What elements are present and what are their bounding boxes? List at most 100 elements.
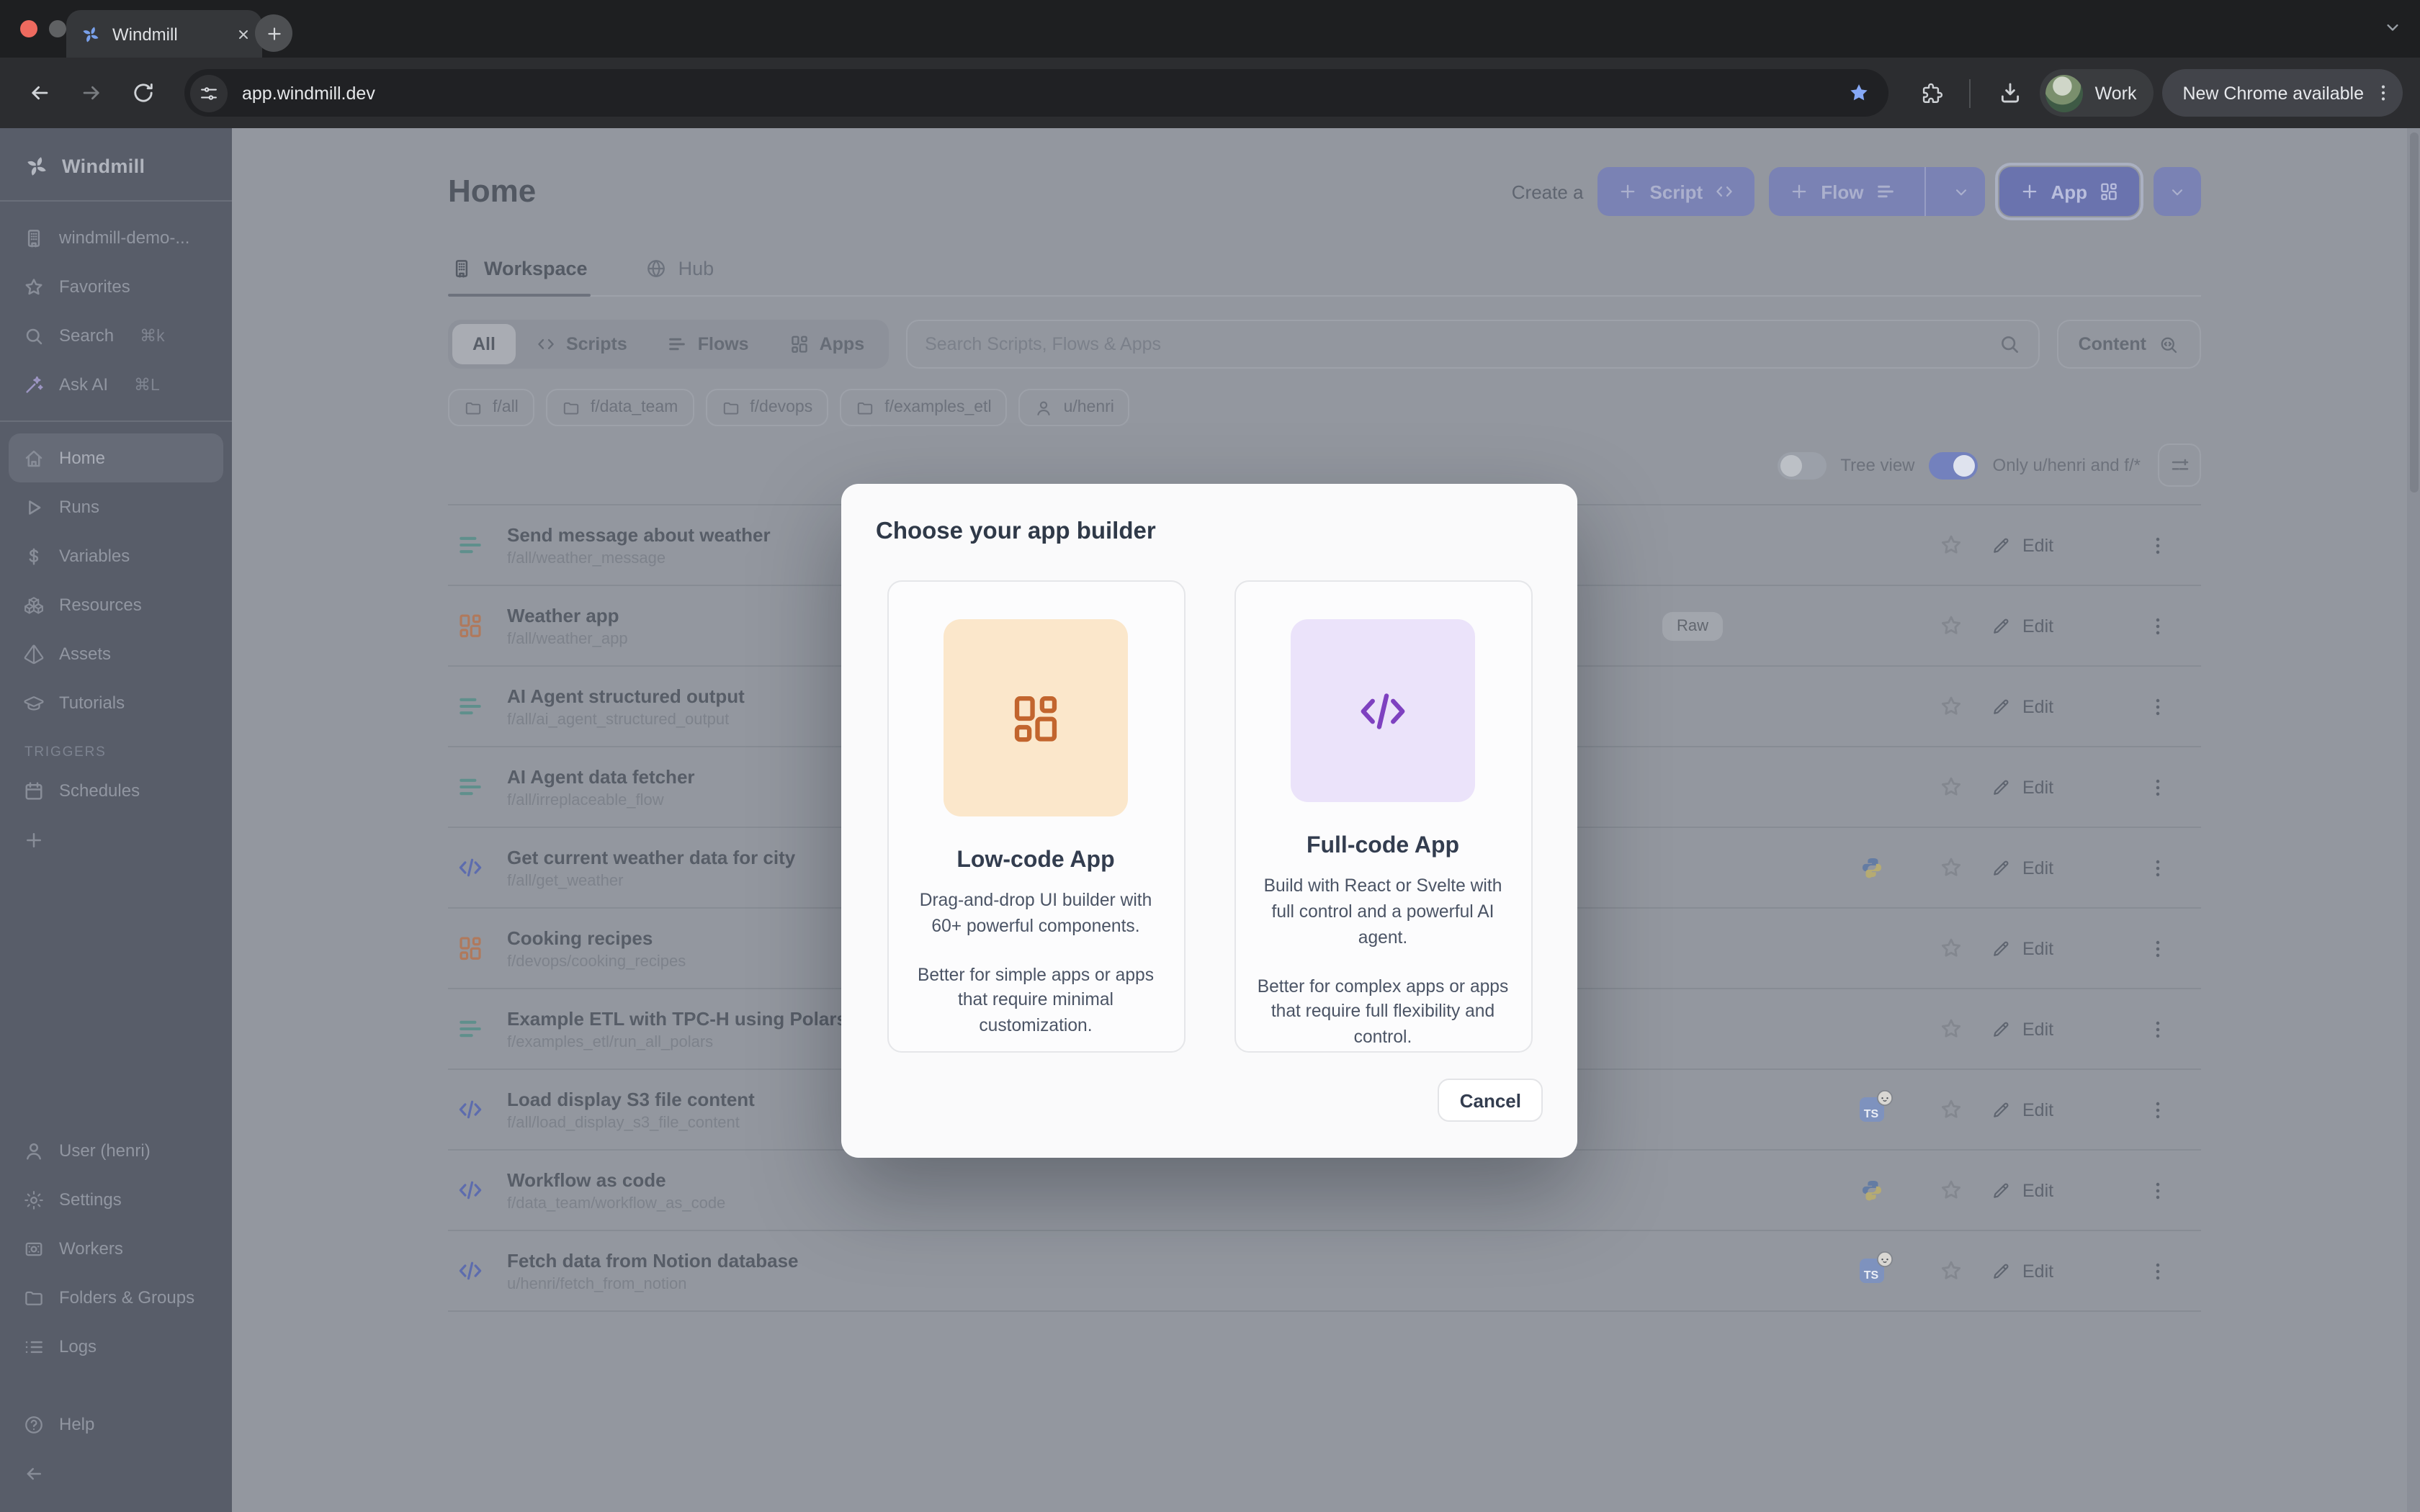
sidebar-item-workers[interactable]: Workers <box>0 1224 232 1273</box>
edit-button[interactable]: Edit <box>1991 616 2115 636</box>
tab-workspace[interactable]: Workspace <box>448 258 591 295</box>
bookmark-star-icon[interactable] <box>1847 81 1872 105</box>
favorite-star-button[interactable] <box>1910 613 1991 638</box>
table-row[interactable]: Workflow as code f/data_team/workflow_as… <box>448 1151 2201 1231</box>
favorite-star-button[interactable] <box>1910 694 1991 719</box>
favorite-star-button[interactable] <box>1910 533 1991 557</box>
extensions-button[interactable] <box>1909 71 1953 114</box>
chip-f-all[interactable]: f/all <box>448 389 534 426</box>
chip-f-examples-etl[interactable]: f/examples_etl <box>840 389 1007 426</box>
app-dropdown-button[interactable] <box>2154 167 2201 216</box>
sidebar-collapse-button[interactable] <box>0 1449 232 1498</box>
chip-u-henri[interactable]: u/henri <box>1019 389 1130 426</box>
page-scrollbar[interactable] <box>2407 128 2420 1512</box>
site-settings-button[interactable] <box>190 74 228 112</box>
view-settings-button[interactable] <box>2158 444 2201 487</box>
edit-button[interactable]: Edit <box>1991 535 2115 555</box>
close-window-button[interactable] <box>20 20 37 37</box>
row-menu-button[interactable] <box>2115 695 2201 718</box>
sidebar-item-tutorials[interactable]: Tutorials <box>0 678 232 727</box>
edit-button[interactable]: Edit <box>1991 1019 2115 1039</box>
sidebar-item-help[interactable]: Help <box>0 1400 232 1449</box>
address-bar[interactable]: app.windmill.dev <box>184 69 1889 117</box>
favorite-star-button[interactable] <box>1910 1017 1991 1041</box>
new-tab-button[interactable] <box>255 14 292 52</box>
row-menu-button[interactable] <box>2115 1259 2201 1282</box>
url-text[interactable]: app.windmill.dev <box>242 83 1833 103</box>
row-menu-button[interactable] <box>2115 1179 2201 1202</box>
favorite-star-button[interactable] <box>1910 775 1991 799</box>
filter-flows[interactable]: Flows <box>647 324 769 364</box>
minimize-window-button[interactable] <box>49 20 66 37</box>
row-menu-button[interactable] <box>2115 937 2201 960</box>
row-menu-button[interactable] <box>2115 856 2201 879</box>
reload-button[interactable] <box>121 71 164 114</box>
row-menu-button[interactable] <box>2115 775 2201 798</box>
search-box[interactable] <box>906 320 2039 369</box>
downloads-button[interactable] <box>1989 71 2032 114</box>
full-code-app-card[interactable]: Full-code App Build with React or Svelte… <box>1234 580 1532 1053</box>
sidebar-item-ask-ai[interactable]: Ask AI ⌘L <box>0 360 232 409</box>
sidebar-brand[interactable]: Windmill <box>0 143 232 189</box>
row-menu-button[interactable] <box>2115 614 2201 637</box>
favorite-star-button[interactable] <box>1910 936 1991 960</box>
favorite-star-button[interactable] <box>1910 1178 1991 1202</box>
row-menu-button[interactable] <box>2115 534 2201 557</box>
edit-button[interactable]: Edit <box>1991 777 2115 797</box>
edit-button[interactable]: Edit <box>1991 1180 2115 1200</box>
tab-search-chevron-icon[interactable] <box>2383 17 2403 37</box>
sidebar-item-workspace[interactable]: windmill-demo-... <box>0 213 232 262</box>
sidebar-item-folders-groups[interactable]: Folders & Groups <box>0 1273 232 1322</box>
tree-view-toggle[interactable] <box>1777 451 1826 479</box>
browser-tab[interactable]: Windmill <box>66 10 262 58</box>
filter-scripts[interactable]: Scripts <box>516 324 647 364</box>
table-row[interactable]: Fetch data from Notion database u/henri/… <box>448 1231 2201 1312</box>
sidebar-item-logs[interactable]: Logs <box>0 1322 232 1371</box>
flow-dropdown-button[interactable] <box>1937 182 1984 201</box>
sidebar-item-search[interactable]: Search ⌘k <box>0 311 232 360</box>
sidebar-item-home[interactable]: Home <box>9 433 223 482</box>
sidebar-item-assets[interactable]: Assets <box>0 629 232 678</box>
low-code-app-card[interactable]: Low-code App Drag-and-drop UI builder wi… <box>887 580 1185 1053</box>
back-button[interactable] <box>17 71 60 114</box>
search-input[interactable] <box>925 334 1986 354</box>
sidebar-item-schedules[interactable]: Schedules <box>0 766 232 815</box>
sidebar-item-settings[interactable]: Settings <box>0 1175 232 1224</box>
create-flow-button[interactable]: Flow <box>1769 167 1984 216</box>
favorite-star-button[interactable] <box>1910 1259 1991 1283</box>
filter-apps[interactable]: Apps <box>769 324 885 364</box>
filter-all[interactable]: All <box>452 324 516 364</box>
cancel-button[interactable]: Cancel <box>1438 1079 1543 1122</box>
row-menu-button[interactable] <box>2115 1017 2201 1040</box>
code-icon <box>536 334 556 354</box>
create-script-button[interactable]: Script <box>1598 167 1755 216</box>
sidebar-item-user[interactable]: User (henri) <box>0 1126 232 1175</box>
pencil-icon <box>1991 696 2011 716</box>
sidebar-item-resources[interactable]: Resources <box>0 580 232 629</box>
edit-button[interactable]: Edit <box>1991 858 2115 878</box>
favorite-star-button[interactable] <box>1910 1097 1991 1122</box>
profile-button[interactable]: Work <box>2040 69 2154 117</box>
forward-button[interactable] <box>69 71 112 114</box>
sidebar-item-favorites[interactable]: Favorites <box>0 262 232 311</box>
sidebar-item-runs[interactable]: Runs <box>0 482 232 531</box>
row-menu-button[interactable] <box>2115 1098 2201 1121</box>
create-app-button[interactable]: App <box>1999 167 2139 216</box>
star-icon <box>1938 1178 1963 1202</box>
chip-f-devops[interactable]: f/devops <box>705 389 828 426</box>
scrollbar-thumb[interactable] <box>2409 132 2418 492</box>
close-tab-icon[interactable] <box>236 27 251 41</box>
favorite-star-button[interactable] <box>1910 855 1991 880</box>
chrome-update-button[interactable]: New Chrome available <box>2162 69 2403 117</box>
sidebar-item-variables[interactable]: Variables <box>0 531 232 580</box>
edit-button[interactable]: Edit <box>1991 696 2115 716</box>
only-mine-toggle[interactable] <box>1930 451 1978 479</box>
edit-button[interactable]: Edit <box>1991 1099 2115 1120</box>
content-search-button[interactable]: Content <box>2057 320 2201 369</box>
chip-f-data-team[interactable]: f/data_team <box>546 389 694 426</box>
sidebar-add-trigger-button[interactable] <box>0 815 232 864</box>
tab-hub[interactable]: Hub <box>642 258 717 295</box>
edit-button[interactable]: Edit <box>1991 938 2115 958</box>
kebab-menu-icon[interactable] <box>2372 82 2394 104</box>
edit-button[interactable]: Edit <box>1991 1261 2115 1281</box>
